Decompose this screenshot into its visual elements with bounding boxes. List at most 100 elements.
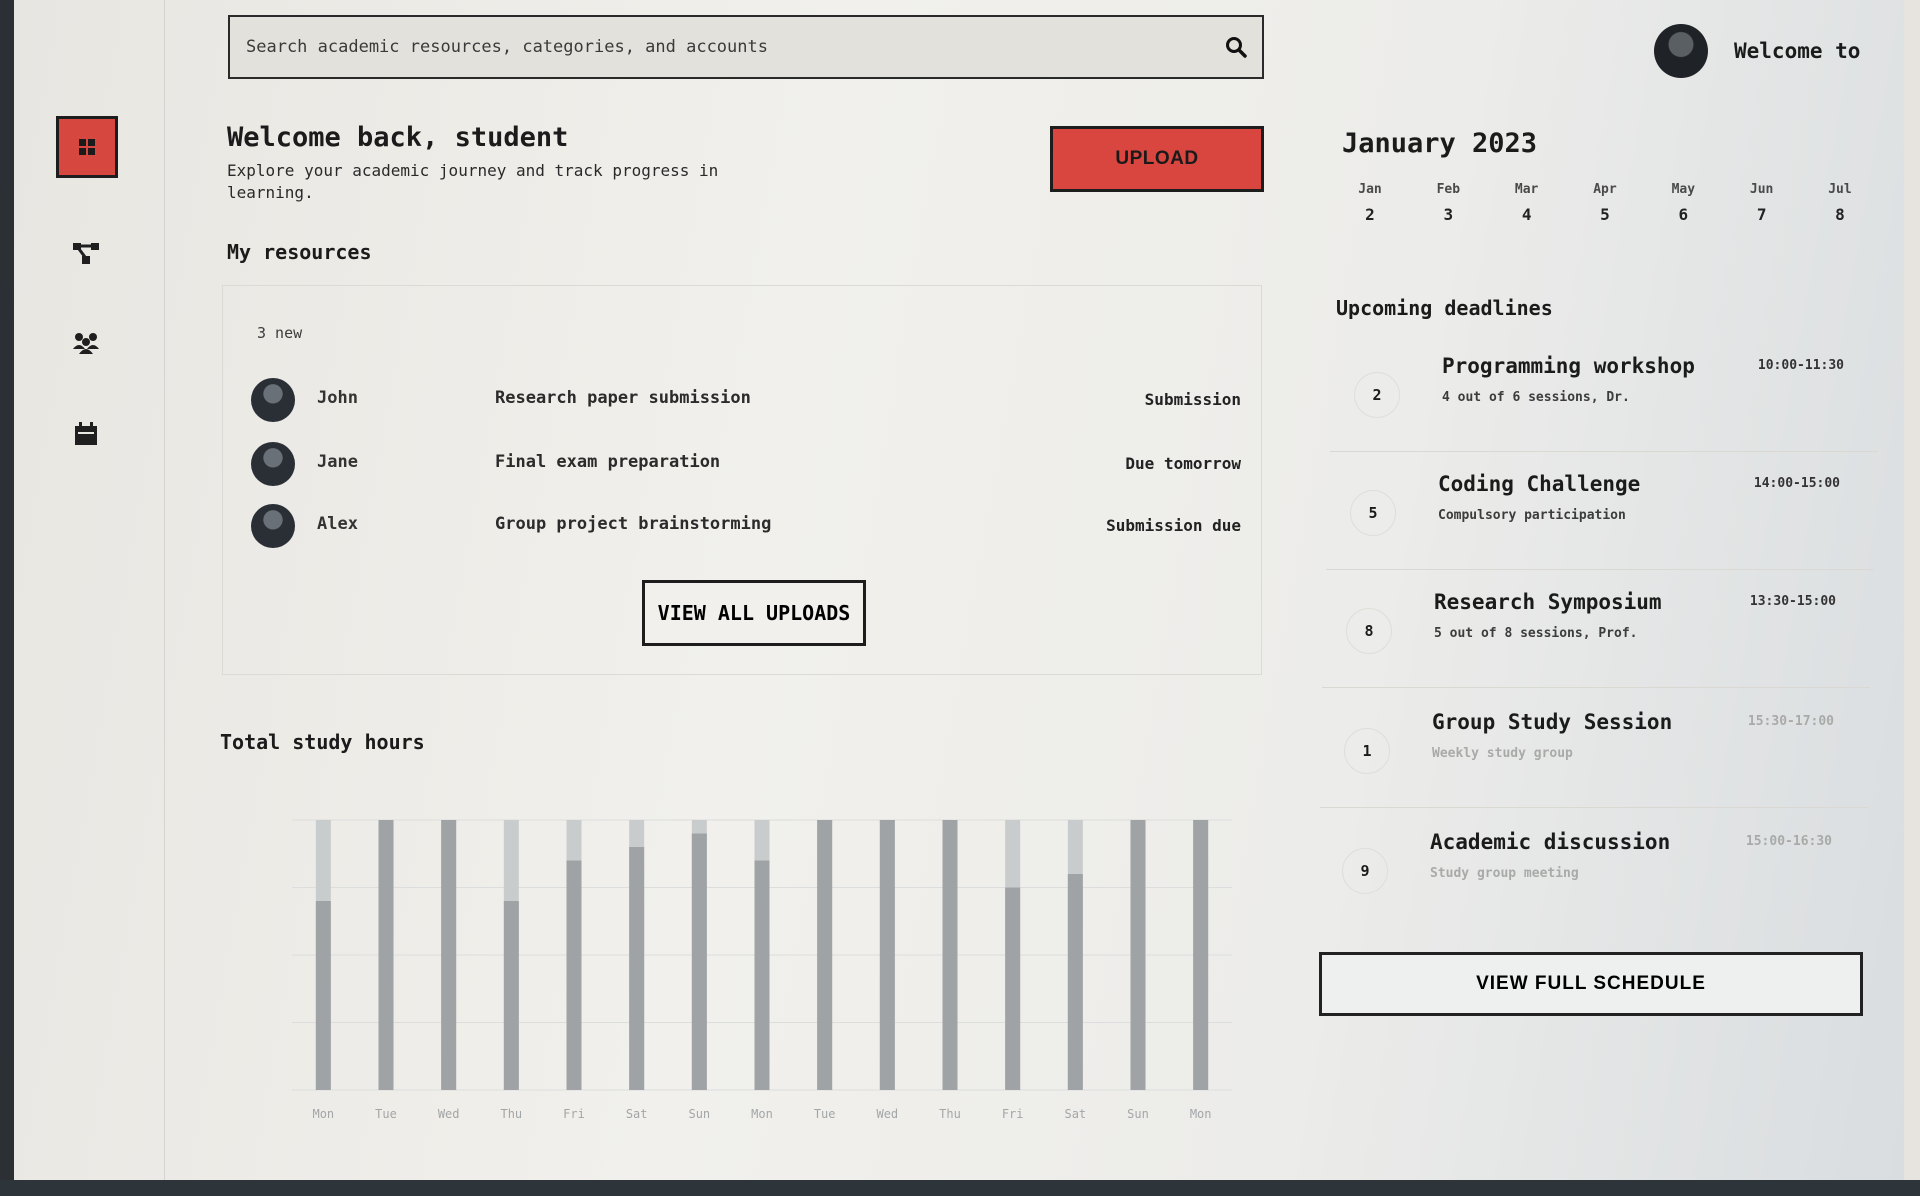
page-subtitle: Explore your academic journey and track … — [227, 161, 719, 202]
deadline-item[interactable]: 1 Group Study Session Weekly study group… — [1320, 700, 1868, 808]
avatar — [251, 504, 295, 548]
month-day: 6 — [1678, 205, 1689, 224]
chart-x-tick-label: Wed — [876, 1107, 898, 1121]
chart-x-tick-label: Tue — [375, 1107, 397, 1121]
deadline-title: Group Study Session — [1432, 710, 1673, 734]
chart-bar — [942, 820, 958, 1090]
month-label: Feb — [1436, 182, 1461, 197]
deadline-time: 10:00-11:30 — [1757, 358, 1844, 373]
chart-bar — [1193, 820, 1209, 1090]
resource-row[interactable]: John Research paper submission Submissio… — [251, 378, 1241, 424]
sidebar-item-groups[interactable] — [56, 314, 116, 372]
month-item[interactable]: Mar 4 — [1497, 182, 1557, 224]
month-item[interactable]: Feb 3 — [1418, 182, 1478, 224]
resource-status: Submission — [1144, 390, 1241, 409]
chart-bar — [879, 820, 895, 1090]
chart-bar — [315, 901, 331, 1090]
month-label: May — [1671, 182, 1696, 197]
chart-x-tick-label: Thu — [500, 1107, 522, 1121]
month-day: 5 — [1600, 205, 1610, 224]
deadline-title: Coding Challenge — [1438, 472, 1641, 496]
month-item[interactable]: Apr 5 — [1575, 182, 1635, 224]
page-title: Welcome back, student — [227, 122, 569, 153]
network-icon — [73, 243, 99, 264]
resource-row[interactable]: Alex Group project brainstorming Submiss… — [251, 504, 1241, 550]
sidebar-item-calendar[interactable] — [56, 405, 116, 463]
dashboard-icon — [79, 139, 95, 155]
chart-x-tick-label: Sat — [1064, 1107, 1086, 1121]
deadline-subtitle: Study group meeting — [1430, 866, 1579, 881]
deadline-number: 8 — [1346, 608, 1392, 654]
chart-bar — [503, 901, 519, 1090]
calendar-icon — [75, 422, 97, 445]
deadline-item[interactable]: 2 Programming workshop 4 out of 6 sessio… — [1330, 344, 1878, 452]
deadline-item[interactable]: 9 Academic discussion Study group meetin… — [1318, 820, 1866, 928]
resource-status: Submission due — [1106, 516, 1241, 535]
deadline-item[interactable]: 8 Research Symposium 5 out of 8 sessions… — [1322, 580, 1870, 688]
deadline-subtitle: 5 out of 8 sessions, Prof. — [1434, 626, 1638, 641]
chart-bar — [754, 860, 770, 1090]
deadline-subtitle: Compulsory participation — [1438, 508, 1626, 523]
upload-button[interactable]: UPLOAD — [1050, 126, 1264, 192]
chart-bar — [441, 820, 457, 1090]
calendar-title: January 2023 — [1342, 128, 1538, 159]
sidebar-item-dashboard[interactable] — [56, 116, 118, 178]
avatar — [251, 442, 295, 486]
search-bar — [228, 15, 1264, 79]
month-day: 3 — [1443, 205, 1454, 224]
deadline-time: 15:00-16:30 — [1745, 834, 1832, 849]
month-day: 4 — [1521, 205, 1532, 224]
chart-x-tick-label: Fri — [1002, 1107, 1024, 1121]
deadline-subtitle: Weekly study group — [1432, 746, 1573, 761]
month-day: 7 — [1756, 205, 1767, 224]
search-input[interactable] — [244, 36, 1224, 58]
avatar[interactable] — [1654, 24, 1708, 78]
chart-bar — [378, 820, 394, 1090]
resource-title: Research paper submission — [495, 388, 751, 408]
sidebar-item-network[interactable] — [56, 224, 116, 282]
search-icon[interactable] — [1224, 35, 1248, 59]
chart-bar — [817, 820, 833, 1090]
deadline-number: 2 — [1354, 372, 1400, 418]
deadline-time: 14:00-15:00 — [1753, 476, 1840, 491]
study-hours-chart-svg: Mon Tue Wed Thu Fri Sat Sun Mon Tue Wed Thu Fri Sat S… — [292, 819, 1232, 1121]
user-greeting: Welcome to — [1734, 39, 1861, 63]
deadline-item[interactable]: 5 Coding Challenge Compulsory participat… — [1326, 462, 1874, 570]
resource-row[interactable]: Jane Final exam preparation Due tomorrow — [251, 442, 1241, 488]
chart-x-tick-label: Wed — [438, 1107, 460, 1121]
month-item[interactable]: Jun 7 — [1732, 182, 1792, 224]
chart-bar — [566, 860, 582, 1090]
month-day: 8 — [1835, 205, 1845, 224]
chart-x-tick-label: Fri — [563, 1107, 585, 1121]
user-profile[interactable]: Welcome to — [1654, 24, 1860, 78]
view-all-uploads-button[interactable]: VIEW ALL UPLOADS — [642, 580, 866, 646]
resource-owner: Jane — [317, 452, 358, 472]
month-label: Jan — [1358, 182, 1382, 197]
chart-x-tick-label: Sun — [1127, 1107, 1149, 1121]
chart-title: Total study hours — [220, 730, 425, 754]
chart-x-tick-label: Mon — [1190, 1107, 1212, 1121]
deadline-number: 5 — [1350, 490, 1396, 536]
deadline-time: 13:30-15:00 — [1749, 594, 1836, 609]
view-full-schedule-button[interactable]: VIEW FULL SCHEDULE — [1319, 952, 1863, 1016]
month-item[interactable]: Jul 8 — [1810, 182, 1870, 224]
app-screen: Welcome to Welcome back, student Explore… — [14, 0, 1904, 1180]
resource-status: Due tomorrow — [1125, 454, 1241, 473]
month-item[interactable]: May 6 — [1653, 182, 1713, 224]
month-label: Jun — [1749, 182, 1774, 197]
monitor-bezel-bottom — [0, 1180, 1920, 1196]
chart-x-tick-label: Tue — [814, 1107, 836, 1121]
chart-bar — [1067, 874, 1083, 1090]
chart-x-tick-label: Mon — [751, 1107, 773, 1121]
chart-bar — [629, 847, 645, 1090]
deadline-title: Academic discussion — [1430, 830, 1671, 854]
resources-title: My resources — [227, 240, 372, 264]
deadline-time: 15:30-17:00 — [1747, 714, 1834, 729]
deadline-subtitle: 4 out of 6 sessions, Dr. — [1442, 390, 1630, 405]
study-hours-chart: Mon Tue Wed Thu Fri Sat Sun Mon Tue Wed Thu Fri Sat S… — [222, 780, 1262, 1140]
deadline-number: 9 — [1342, 848, 1388, 894]
month-strip: Jan 2 Feb 3 Mar 4 Apr 5 May 6 Jun 7 Jul 8 — [1340, 182, 1870, 224]
resource-owner: John — [317, 388, 358, 408]
month-item[interactable]: Jan 2 — [1340, 182, 1400, 224]
resource-owner: Alex — [317, 514, 358, 534]
